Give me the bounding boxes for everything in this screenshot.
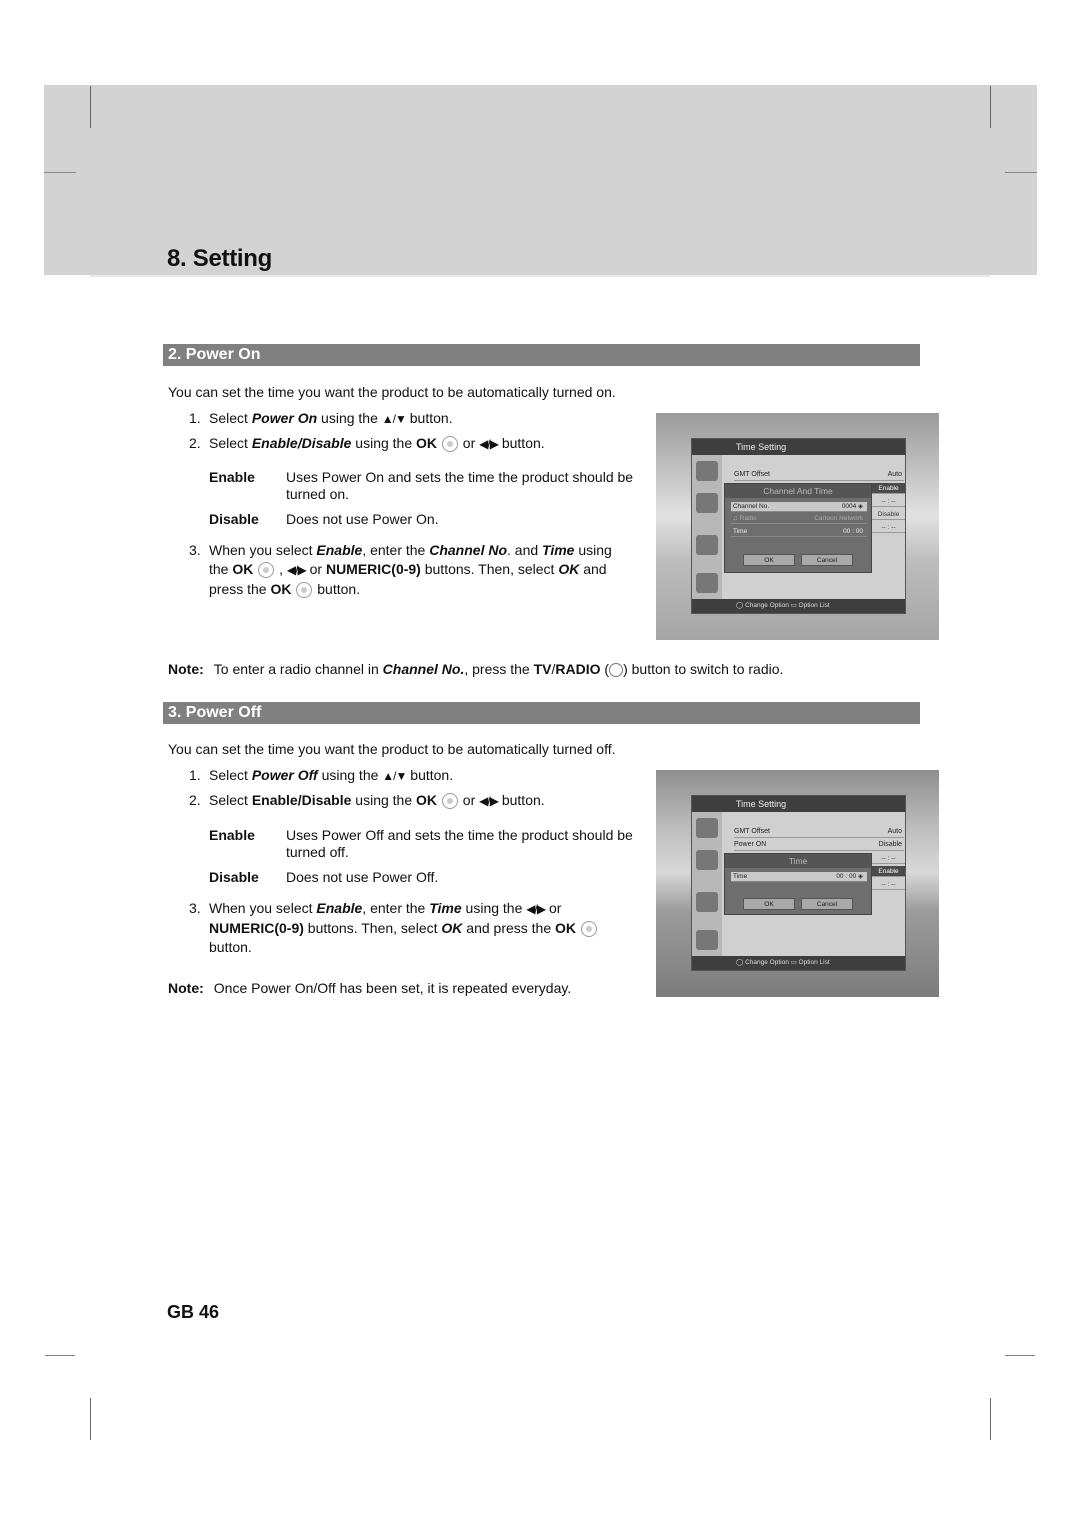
- tv-icon: [696, 535, 718, 555]
- osd-option: Enable: [872, 866, 905, 877]
- power-off-step-2: 2. Select Enable/Disable using the OK or…: [189, 791, 634, 811]
- chapter-title: 8. Setting: [167, 245, 273, 272]
- tv-icon: [696, 892, 718, 912]
- osd-sidebar: [692, 455, 722, 599]
- up-down-arrow-icon: ▲/▼: [382, 768, 407, 783]
- ok-button-icon: [258, 562, 275, 579]
- osd-row: GMT Offset Auto: [734, 469, 904, 481]
- satellite-icon: [696, 573, 718, 593]
- crop-mark: [45, 1355, 75, 1356]
- osd-option: -- : --: [872, 879, 905, 890]
- satellite-icon: [696, 930, 718, 950]
- crop-mark: [1005, 1355, 1035, 1356]
- crop-mark: [990, 1398, 991, 1440]
- power-off-step-1: 1. Select Power Off using the ▲/▼ button…: [189, 766, 634, 786]
- power-on-enable-definition: Enable Uses Power On and sets the time t…: [209, 469, 634, 502]
- dialog-row-time: Time 00 : 00: [731, 527, 867, 537]
- dialog-ok-button: OK: [743, 898, 795, 910]
- osd-footer: ◯ Change Option ▭ Option List: [692, 956, 905, 970]
- settings-icon: [696, 850, 718, 870]
- power-off-enable-definition: Enable Uses Power Off and sets the time …: [209, 827, 633, 860]
- crop-mark: [90, 86, 91, 128]
- dialog-title: Time: [725, 854, 871, 868]
- building-icon: [696, 818, 718, 838]
- power-on-step-3: 3. When you select Enable, enter the Cha…: [189, 542, 612, 599]
- screenshot-channel-and-time: Time Setting GMT Offset Auto Enable -- : …: [656, 413, 939, 640]
- left-right-arrow-icon: ◀/▶: [286, 562, 307, 577]
- ok-button-icon: [441, 436, 458, 453]
- osd-time-setting-menu: Time Setting GMT Offset Auto Enable -- : …: [691, 438, 906, 614]
- ok-button-icon: [441, 793, 458, 810]
- osd-option: -- : --: [872, 853, 905, 864]
- crop-mark: [44, 172, 76, 173]
- power-on-step-1: 1. Select Power On using the ▲/▼ button.: [189, 409, 634, 429]
- dialog-cancel-button: Cancel: [801, 898, 853, 910]
- section-heading-power-on: 2. Power On: [163, 344, 920, 366]
- crop-mark: [1005, 172, 1037, 173]
- dialog-time: Time Time 00 : 00 ◈ OK Cancel: [724, 853, 872, 915]
- osd-option: -- : --: [872, 522, 905, 533]
- left-right-arrow-icon: ◀/▶: [526, 901, 546, 916]
- power-on-disable-definition: Disable Does not use Power On.: [209, 511, 439, 527]
- up-down-arrow-icon: ▲/▼: [381, 411, 407, 426]
- settings-icon: [696, 493, 718, 513]
- osd-title: Time Setting: [692, 439, 905, 455]
- power-off-intro: You can set the time you want the produc…: [168, 741, 616, 757]
- osd-sidebar: [692, 812, 722, 956]
- power-on-step-2: 2. Select Enable/Disable using the OK or…: [189, 434, 634, 454]
- osd-option: Enable: [872, 483, 905, 494]
- crop-mark: [990, 86, 991, 128]
- power-off-step-3: 3. When you select Enable, enter the Tim…: [189, 899, 634, 957]
- osd-time-setting-menu: Time Setting GMT Offset Auto Power ON Disa…: [691, 795, 906, 971]
- power-on-intro: You can set the time you want the produc…: [168, 384, 616, 400]
- power-off-disable-definition: Disable Does not use Power Off.: [209, 869, 439, 885]
- osd-row: Power ON Disable: [734, 839, 904, 851]
- crop-mark: [90, 1398, 91, 1440]
- power-off-note: Note: Once Power On/Off has been set, it …: [168, 980, 572, 996]
- power-on-note: Note: To enter a radio channel in Channel…: [168, 661, 784, 678]
- dialog-row-channel: Channel No. 0004 ◈: [731, 502, 867, 512]
- left-right-arrow-icon: ◀/▶: [479, 436, 499, 451]
- dialog-row-time: Time 00 : 00 ◈: [731, 872, 867, 882]
- osd-option: Disable: [872, 509, 905, 520]
- ok-button-icon: [580, 921, 597, 938]
- dialog-channel-and-time: Channel And Time Channel No. 0004 ◈ ♫ Rad…: [724, 483, 872, 573]
- dialog-row-radio: ♫ Radio Cartoon Network: [731, 514, 867, 524]
- dialog-title: Channel And Time: [725, 484, 871, 498]
- dialog-ok-button: OK: [743, 554, 795, 566]
- left-right-arrow-icon: ◀/▶: [479, 793, 499, 808]
- section-heading-power-off: 3. Power Off: [163, 702, 920, 724]
- osd-option: -- : --: [872, 496, 905, 507]
- ok-button-icon: [296, 582, 313, 599]
- tv-radio-button-icon: [609, 663, 624, 678]
- header-band-edge: [90, 275, 990, 277]
- screenshot-time: Time Setting GMT Offset Auto Power ON Disa…: [656, 770, 939, 997]
- page-number: GB 46: [167, 1302, 220, 1322]
- osd-title: Time Setting: [692, 796, 905, 812]
- osd-row: GMT Offset Auto: [734, 826, 904, 838]
- osd-footer: ◯ Change Option ▭ Option List: [692, 599, 905, 613]
- building-icon: [696, 461, 718, 481]
- dialog-cancel-button: Cancel: [801, 554, 853, 566]
